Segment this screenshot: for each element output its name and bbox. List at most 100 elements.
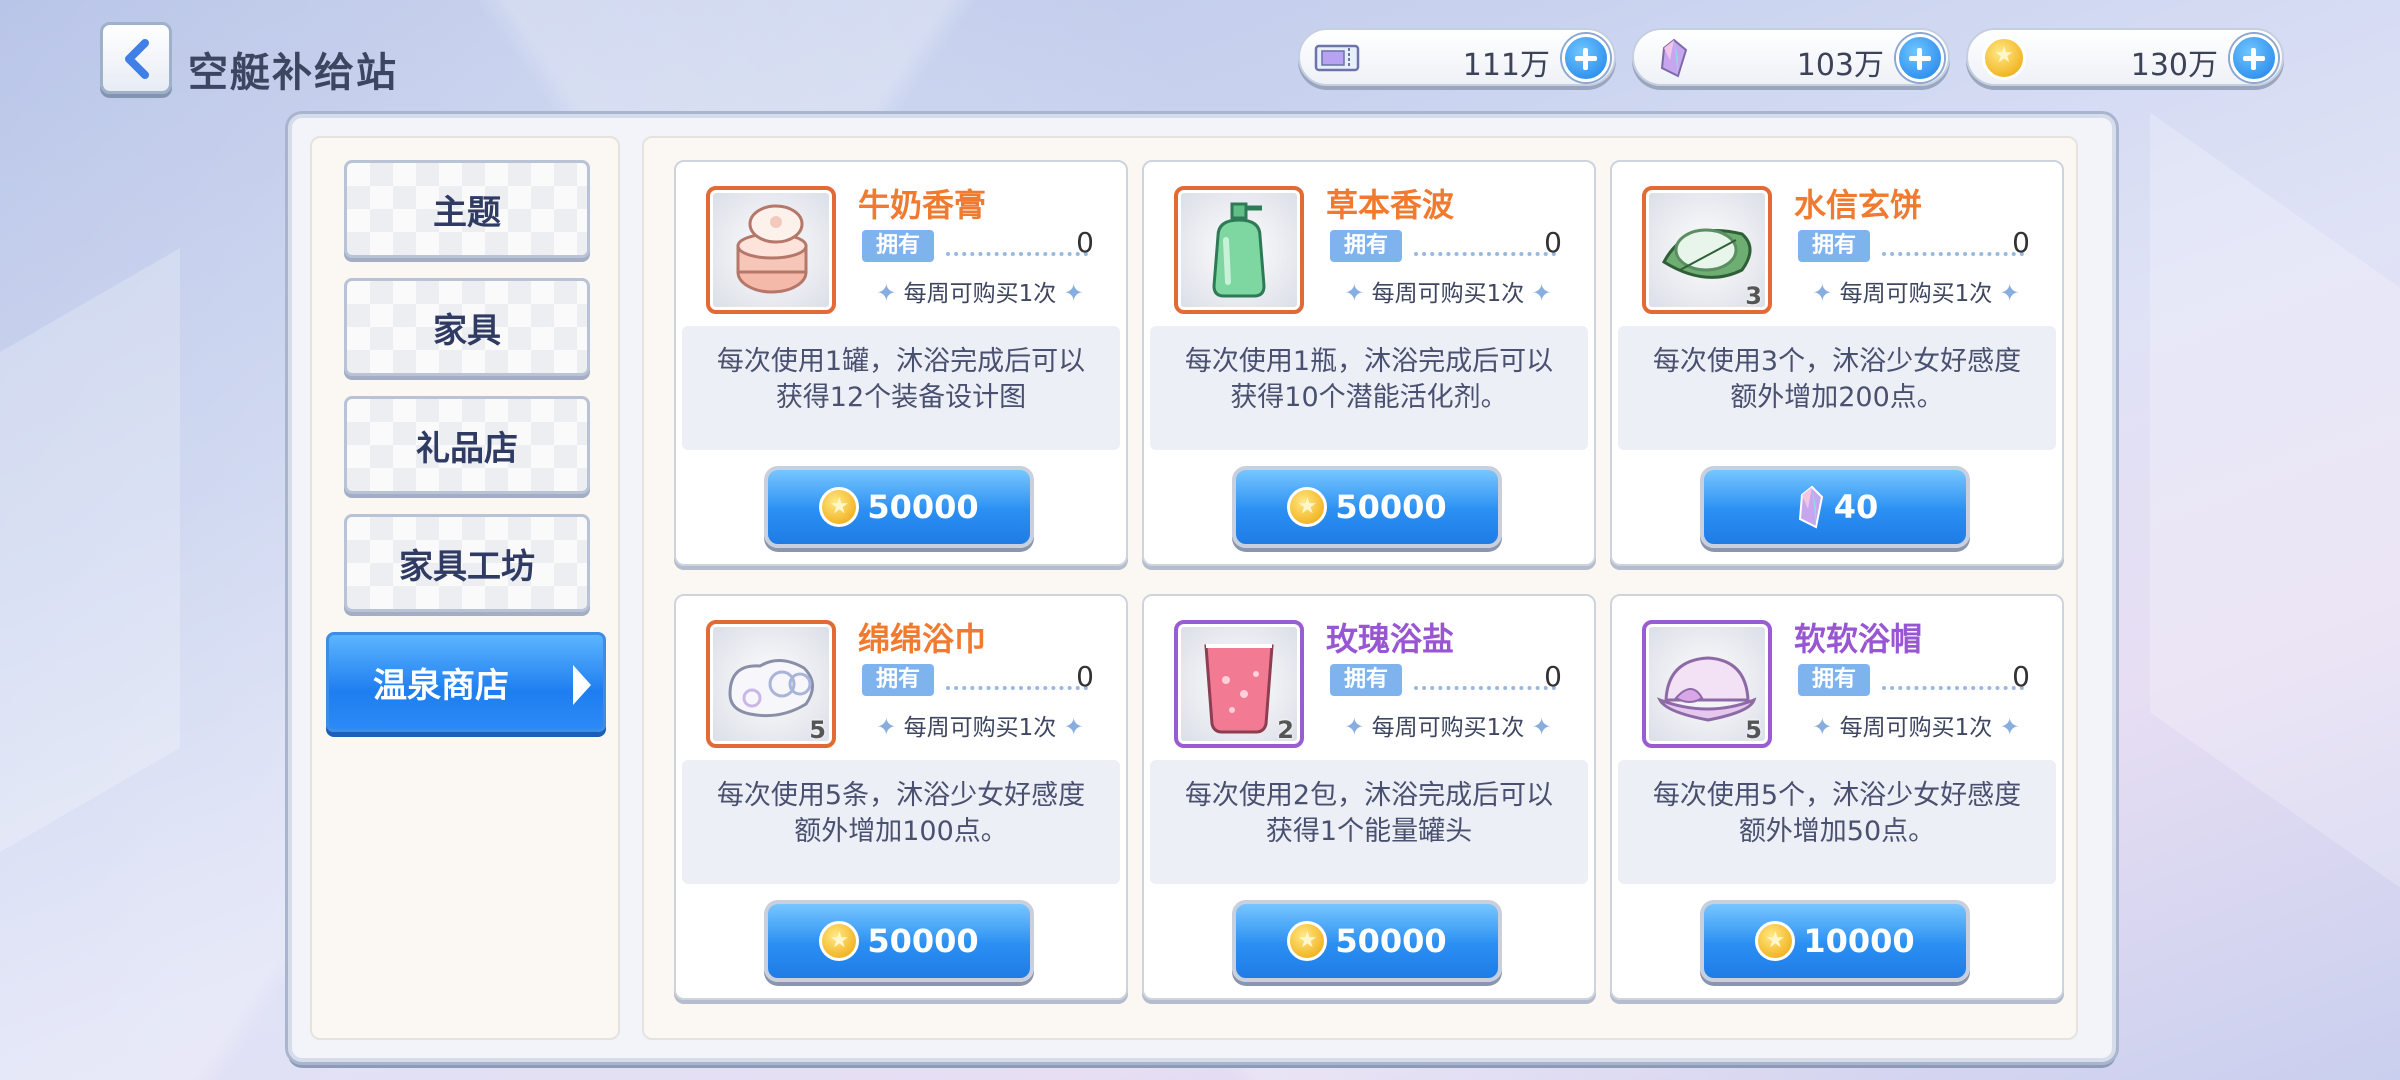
- coin-icon: [1755, 921, 1796, 961]
- item-icon-frame: [1174, 186, 1304, 314]
- purchase-limit-text: 每周可购买1次: [1371, 281, 1525, 307]
- item-icon-frame: 5: [1642, 620, 1772, 748]
- owned-tag: 拥有: [1330, 664, 1402, 696]
- coin-icon: [819, 487, 860, 527]
- sidebar-item-theme[interactable]: 主题: [344, 160, 590, 258]
- item-description-line: 每次使用5条，沐浴少女好感度: [716, 780, 1086, 811]
- buy-button[interactable]: 50000: [1232, 900, 1502, 982]
- purchase-limit-text: 每周可购买1次: [903, 715, 1057, 741]
- sidebar-item-gift-shop[interactable]: 礼品店: [344, 396, 590, 494]
- sidebar-item-furniture-workshop[interactable]: 家具工坊: [344, 514, 590, 612]
- shop-item-card[interactable]: 草本香波 拥有 0 ✦ 每周可购买1次 ✦ 每次使用1瓶，沐浴完成后可以 获得1…: [1142, 160, 1596, 566]
- buy-button[interactable]: 50000: [764, 900, 1034, 982]
- sparkle-icon: ✦: [876, 279, 897, 307]
- currency-ticket-value: 111万: [1462, 48, 1550, 83]
- sparkle-icon: ✦: [1344, 279, 1365, 307]
- item-name: 玫瑰浴盐: [1326, 620, 1455, 658]
- background-shard: [2150, 112, 2400, 888]
- sparkle-icon: ✦: [1531, 279, 1552, 307]
- coin-icon: [1287, 921, 1328, 961]
- buy-button[interactable]: 50000: [764, 466, 1034, 548]
- shop-grid: 牛奶香膏 拥有 0 ✦ 每周可购买1次 ✦ 每次使用1罐，沐浴完成后可以 获得1…: [642, 136, 2078, 1040]
- currency-crystal-value: 103万: [1796, 48, 1884, 83]
- chevron-left-icon: [125, 39, 149, 79]
- owned-count: 0: [2012, 660, 2030, 693]
- add-ticket-button[interactable]: [1562, 34, 1610, 82]
- cream-jar-icon: [736, 204, 808, 294]
- item-description: 每次使用1罐，沐浴完成后可以 获得12个装备设计图: [682, 326, 1120, 450]
- item-description-line: 每次使用3个，沐浴少女好感度: [1652, 346, 2022, 377]
- currency-ticket: 111万: [1298, 28, 1616, 86]
- add-coin-button[interactable]: [2230, 34, 2278, 82]
- item-quantity: 2: [1277, 716, 1294, 744]
- price-label: 50000: [1335, 922, 1447, 960]
- buy-button[interactable]: 40: [1700, 466, 1970, 548]
- item-description-line: 额外增加200点。: [1730, 382, 1944, 413]
- shop-item-card[interactable]: 5 绵绵浴巾 拥有 0 ✦ 每周可购买1次 ✦ 每次使用5条，沐浴少女好感度 额…: [674, 594, 1128, 1000]
- item-name: 牛奶香膏: [858, 186, 987, 224]
- item-icon-frame: 3: [1642, 186, 1772, 314]
- purchase-limit-text: 每周可购买1次: [1371, 715, 1525, 741]
- owned-count: 0: [1076, 226, 1094, 259]
- divider: [946, 252, 1088, 256]
- shop-item-card[interactable]: 5 软软浴帽 拥有 0 ✦ 每周可购买1次 ✦ 每次使用5个，沐浴少女好感度 额…: [1610, 594, 2064, 1000]
- buy-button[interactable]: 10000: [1700, 900, 1970, 982]
- purchase-limit: ✦ 每周可购买1次 ✦: [862, 708, 1098, 742]
- sparkle-icon: ✦: [1531, 713, 1552, 741]
- owned-tag: 拥有: [862, 230, 934, 262]
- item-quantity: 3: [1745, 282, 1762, 310]
- item-icon-frame: 5: [706, 620, 836, 748]
- item-name: 草本香波: [1326, 186, 1455, 224]
- coin-icon: [1982, 36, 2026, 80]
- currency-coin-value: 130万: [2130, 48, 2218, 83]
- background-shard: [0, 248, 180, 852]
- shop-item-card[interactable]: 牛奶香膏 拥有 0 ✦ 每周可购买1次 ✦ 每次使用1罐，沐浴完成后可以 获得1…: [674, 160, 1128, 566]
- owned-count: 0: [1544, 226, 1562, 259]
- divider: [946, 686, 1088, 690]
- currency-crystal: 103万: [1632, 28, 1950, 86]
- item-icon-frame: 2: [1174, 620, 1304, 748]
- shop-item-card[interactable]: 2 玫瑰浴盐 拥有 0 ✦ 每周可购买1次 ✦ 每次使用2包，沐浴完成后可以 获…: [1142, 594, 1596, 1000]
- item-description-line: 每次使用1瓶，沐浴完成后可以: [1184, 346, 1554, 377]
- sparkle-icon: ✦: [1063, 713, 1084, 741]
- add-crystal-button[interactable]: [1896, 34, 1944, 82]
- item-description: 每次使用1瓶，沐浴完成后可以 获得10个潜能活化剂。: [1150, 326, 1588, 450]
- sidebar-item-label: 家具: [433, 310, 501, 351]
- shampoo-bottle-icon: [1212, 202, 1266, 298]
- sidebar-item-label: 礼品店: [416, 428, 518, 469]
- owned-count: 0: [1544, 660, 1562, 693]
- owned-count: 0: [1076, 660, 1094, 693]
- price-label: 50000: [1335, 488, 1447, 526]
- shop-item-card[interactable]: 3 水信玄饼 拥有 0 ✦ 每周可购买1次 ✦ 每次使用3个，沐浴少女好感度 额…: [1610, 160, 2064, 566]
- item-name: 软软浴帽: [1794, 620, 1923, 658]
- currency-coin: 130万: [1966, 28, 2284, 86]
- owned-tag: 拥有: [862, 664, 934, 696]
- owned-tag: 拥有: [1798, 664, 1870, 696]
- purchase-limit: ✦ 每周可购买1次 ✦: [1330, 708, 1566, 742]
- sidebar-item-hot-spring-shop[interactable]: 温泉商店: [326, 632, 606, 732]
- sparkle-icon: ✦: [1063, 279, 1084, 307]
- divider: [1882, 686, 2024, 690]
- price-label: 50000: [867, 488, 979, 526]
- back-button[interactable]: [100, 22, 172, 94]
- item-icon-frame: [706, 186, 836, 314]
- item-description: 每次使用2包，沐浴完成后可以 获得1个能量罐头: [1150, 760, 1588, 884]
- owned-count: 0: [2012, 226, 2030, 259]
- item-description: 每次使用5个，沐浴少女好感度 额外增加50点。: [1618, 760, 2056, 884]
- item-description-line: 获得10个潜能活化剂。: [1230, 382, 1508, 413]
- item-description-line: 每次使用5个，沐浴少女好感度: [1652, 780, 2022, 811]
- price-label: 40: [1833, 488, 1879, 526]
- sidebar-item-furniture[interactable]: 家具: [344, 278, 590, 376]
- item-quantity: 5: [809, 716, 826, 744]
- item-quantity: 5: [1745, 716, 1762, 744]
- chevron-right-icon: [573, 665, 591, 705]
- ticket-icon: [1314, 44, 1360, 72]
- purchase-limit-text: 每周可购买1次: [1839, 715, 1993, 741]
- purchase-limit-text: 每周可购买1次: [903, 281, 1057, 307]
- page-title: 空艇补给站: [188, 50, 398, 96]
- sidebar: 主题 家具 礼品店 家具工坊 温泉商店: [310, 136, 620, 1040]
- buy-button[interactable]: 50000: [1232, 466, 1502, 548]
- sidebar-item-label: 主题: [433, 192, 501, 233]
- sparkle-icon: ✦: [1812, 279, 1833, 307]
- sidebar-item-label: 家具工坊: [399, 546, 535, 587]
